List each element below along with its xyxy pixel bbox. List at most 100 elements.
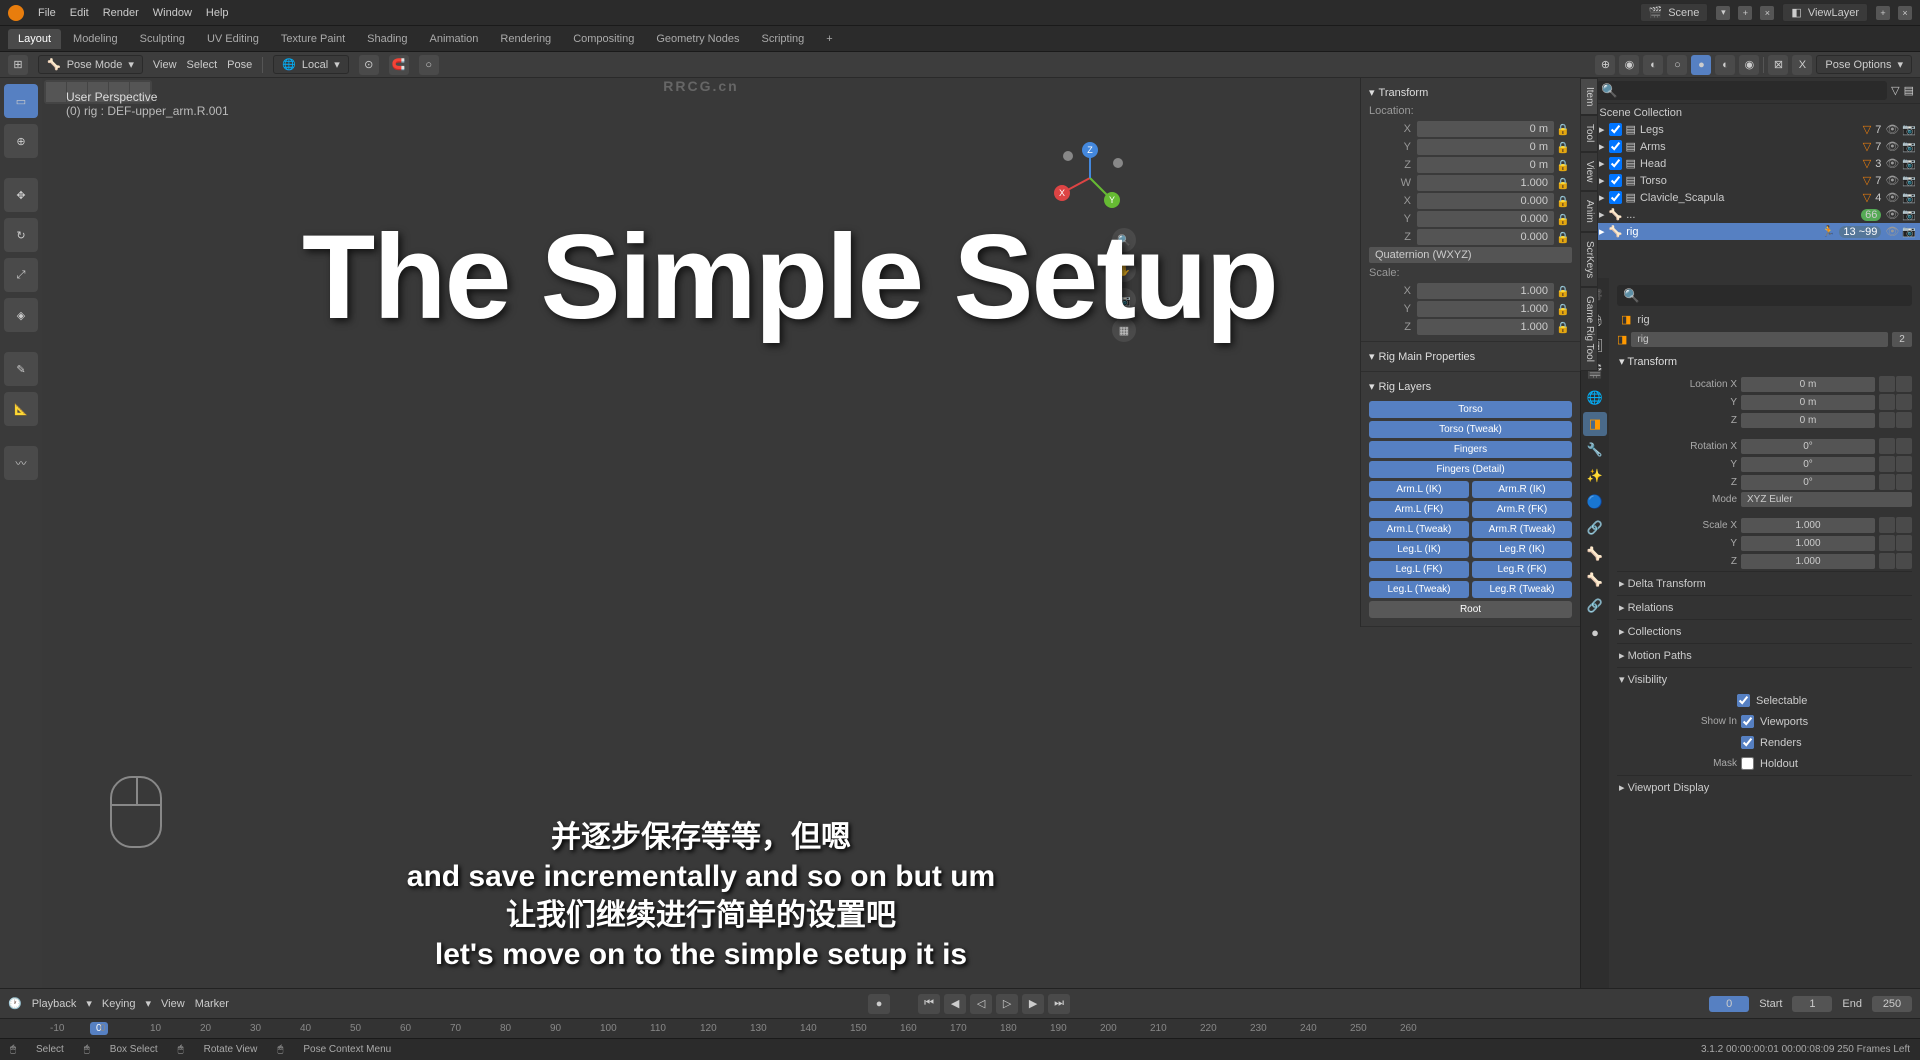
outliner-scene-collection[interactable]: ▤Scene Collection — [1581, 104, 1920, 121]
play-icon[interactable]: ▷ — [996, 994, 1018, 1014]
riglayer-armr-fk[interactable]: Arm.R (FK) — [1472, 501, 1572, 518]
prop-tab-boneconstraint[interactable]: 🔗 — [1583, 594, 1607, 618]
header-view[interactable]: View — [153, 59, 177, 71]
prop-scale-x[interactable]: 1.000 — [1741, 518, 1875, 533]
rot-y[interactable]: 0.000 — [1417, 211, 1554, 227]
props-visibility[interactable]: ▾ Visibility — [1617, 667, 1912, 691]
riglayer-legl-fk[interactable]: Leg.L (FK) — [1369, 561, 1469, 578]
vtab-view[interactable]: View — [1580, 152, 1598, 192]
viewport-3d[interactable]: RRCG.cn User Perspective (0) rig : DEF-u… — [42, 78, 1360, 988]
rot-x[interactable]: 0.000 — [1417, 193, 1554, 209]
riglayer-legr-tw[interactable]: Leg.R (Tweak) — [1472, 581, 1572, 598]
vtab-tool[interactable]: Tool — [1580, 115, 1598, 151]
tool-measure[interactable]: 📐 — [4, 392, 38, 426]
menu-help[interactable]: Help — [206, 7, 229, 19]
lock-icon[interactable]: 🔒 — [1554, 213, 1572, 226]
tool-move[interactable]: ✥ — [4, 178, 38, 212]
autokey-icon[interactable]: ● — [868, 994, 890, 1014]
lock-icon[interactable]: 🔒 — [1554, 321, 1572, 334]
timeline-editor-icon[interactable]: 🕐 — [8, 997, 22, 1010]
prop-tab-bone[interactable]: 🦴 — [1583, 568, 1607, 592]
menu-file[interactable]: File — [38, 7, 56, 19]
end-frame[interactable]: 250 — [1872, 996, 1912, 1012]
riglayer-legr-fk[interactable]: Leg.R (FK) — [1472, 561, 1572, 578]
pose-options-x2[interactable]: X — [1792, 55, 1812, 75]
lock-icon[interactable]: 🔒 — [1554, 177, 1572, 190]
riglayer-legl-ik[interactable]: Leg.L (IK) — [1369, 541, 1469, 558]
riglayer-fingers-detail[interactable]: Fingers (Detail) — [1369, 461, 1572, 478]
tab-sculpting[interactable]: Sculpting — [130, 29, 195, 49]
prop-loc-z[interactable]: 0 m — [1741, 413, 1875, 428]
riglayer-legl-tw[interactable]: Leg.L (Tweak) — [1369, 581, 1469, 598]
pivot-icon[interactable]: ⊙ — [359, 55, 379, 75]
outliner-item[interactable]: ▸▤Torso▽7👁📷 — [1581, 172, 1920, 189]
outliner-item[interactable]: ▸▤Head▽3👁📷 — [1581, 155, 1920, 172]
current-frame[interactable]: 0 — [1709, 996, 1749, 1012]
riglayer-armr-ik[interactable]: Arm.R (IK) — [1472, 481, 1572, 498]
chk-holdout[interactable] — [1741, 757, 1754, 770]
timeline-view[interactable]: View — [161, 998, 185, 1010]
viewlayer-dropdown[interactable]: ◧ViewLayer — [1782, 3, 1868, 22]
tool-annotate[interactable]: ✎ — [4, 352, 38, 386]
transform-header[interactable]: ▾ Transform — [1369, 82, 1572, 103]
riglayer-arml-ik[interactable]: Arm.L (IK) — [1369, 481, 1469, 498]
pose-options-dropdown[interactable]: Pose Options▾ — [1816, 55, 1912, 74]
props-motion-paths[interactable]: ▸ Motion Paths — [1617, 643, 1912, 667]
rotation-mode-dropdown[interactable]: Quaternion (WXYZ) — [1369, 247, 1572, 263]
riglayer-armr-tw[interactable]: Arm.R (Tweak) — [1472, 521, 1572, 538]
outliner-item[interactable]: ▸▤Arms▽7👁📷 — [1581, 138, 1920, 155]
prop-loc-y[interactable]: 0 m — [1741, 395, 1875, 410]
viewlayer-delete-icon[interactable]: × — [1898, 6, 1912, 20]
outliner-filter-icon[interactable]: ▽ — [1891, 84, 1899, 97]
viewlayer-new-icon[interactable]: + — [1876, 6, 1890, 20]
vtab-gamerigtool[interactable]: Game Rig Tool — [1580, 287, 1598, 371]
xray-icon[interactable]: ◐ — [1643, 55, 1663, 75]
tab-scripting[interactable]: Scripting — [751, 29, 814, 49]
prop-scale-z[interactable]: 1.000 — [1741, 554, 1875, 569]
tab-animation[interactable]: Animation — [420, 29, 489, 49]
snap-icon[interactable]: 🧲 — [389, 55, 409, 75]
header-pose[interactable]: Pose — [227, 59, 252, 71]
overlay-toggle-icon[interactable]: ◉ — [1619, 55, 1639, 75]
outliner-item[interactable]: ▸▤Legs▽7👁📷 — [1581, 121, 1920, 138]
tab-compositing[interactable]: Compositing — [563, 29, 644, 49]
lock-icon[interactable]: 🔒 — [1554, 123, 1572, 136]
scale-z[interactable]: 1.000 — [1417, 319, 1554, 335]
prop-tab-material[interactable]: ● — [1583, 620, 1607, 644]
scale-y[interactable]: 1.000 — [1417, 301, 1554, 317]
prop-rot-z[interactable]: 0° — [1741, 475, 1875, 490]
rig-layers-header[interactable]: ▾ Rig Layers — [1369, 376, 1572, 397]
pose-options-x[interactable]: ⊠ — [1768, 55, 1788, 75]
loc-y[interactable]: 0 m — [1417, 139, 1554, 155]
prop-tab-modifier[interactable]: 🔧 — [1583, 438, 1607, 462]
loc-z[interactable]: 0 m — [1417, 157, 1554, 173]
chk-renders[interactable] — [1741, 736, 1754, 749]
shading-rendered-icon[interactable]: ◉ — [1739, 55, 1759, 75]
props-collections[interactable]: ▸ Collections — [1617, 619, 1912, 643]
riglayer-legr-ik[interactable]: Leg.R (IK) — [1472, 541, 1572, 558]
outliner-new-coll-icon[interactable]: ▤ — [1904, 84, 1914, 97]
timeline-playback[interactable]: Playback — [32, 998, 77, 1010]
riglayer-torso[interactable]: Torso — [1369, 401, 1572, 418]
lock-icon[interactable]: 🔒 — [1554, 195, 1572, 208]
header-select[interactable]: Select — [187, 59, 218, 71]
loc-x[interactable]: 0 m — [1417, 121, 1554, 137]
chk-viewports[interactable] — [1741, 715, 1754, 728]
jump-start-icon[interactable]: ⏮ — [918, 994, 940, 1014]
tool-scale[interactable]: ⤢ — [4, 258, 38, 292]
rotation-mode-dropdown[interactable]: XYZ Euler — [1741, 492, 1912, 507]
shading-solid-icon[interactable]: ● — [1691, 55, 1711, 75]
outliner-item[interactable]: ▸🦴...66👁📷 — [1581, 206, 1920, 223]
menu-render[interactable]: Render — [103, 7, 139, 19]
scene-delete-icon[interactable]: × — [1760, 6, 1774, 20]
jump-end-icon[interactable]: ⏭ — [1048, 994, 1070, 1014]
tool-transform[interactable]: ◈ — [4, 298, 38, 332]
start-frame[interactable]: 1 — [1792, 996, 1832, 1012]
select-mode-1[interactable] — [46, 82, 66, 102]
keyframe-prev-icon[interactable]: ◀ — [944, 994, 966, 1014]
props-relations[interactable]: ▸ Relations — [1617, 595, 1912, 619]
scene-browse-icon[interactable]: ▾ — [1716, 6, 1730, 20]
prop-scale-y[interactable]: 1.000 — [1741, 536, 1875, 551]
anim-icon[interactable] — [1896, 376, 1912, 392]
scene-new-icon[interactable]: + — [1738, 6, 1752, 20]
